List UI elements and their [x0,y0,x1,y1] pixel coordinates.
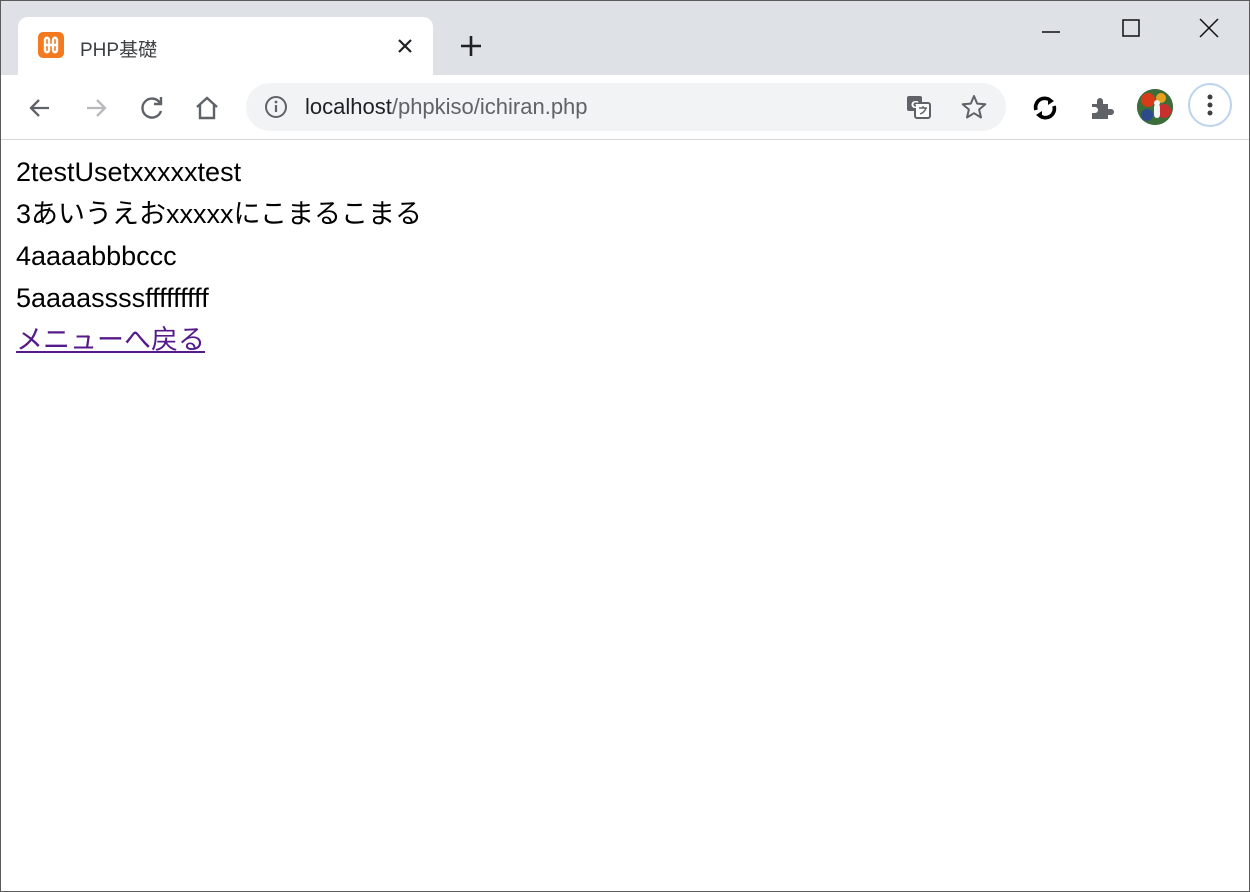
page-content: 2testUsetxxxxxtest 3あいうえおxxxxxにこまるこまる 4a… [16,151,422,361]
url-text[interactable]: localhost/phpkiso/ichiran.php [305,94,588,120]
back-to-menu-link[interactable]: メニューへ戻る [16,325,205,355]
list-item: 3あいうえおxxxxxにこまるこまる [16,199,422,229]
sync-icon[interactable] [1026,89,1064,127]
tab-active[interactable]: PHP基礎 [18,17,433,75]
more-vert-icon[interactable] [1188,83,1232,127]
minimize-icon[interactable] [1011,1,1091,55]
reload-icon[interactable] [133,89,171,127]
plus-icon[interactable] [455,30,487,62]
window-close-icon[interactable] [1169,1,1249,55]
list-item: 4aaaabbbccc [16,241,177,271]
tab-strip: PHP基礎 [1,1,1249,75]
navigation-toolbar: localhost/phpkiso/ichiran.php G [1,75,1249,140]
home-icon[interactable] [188,89,226,127]
svg-text:G: G [911,100,919,111]
star-icon[interactable] [961,94,987,120]
tab-title: PHP基礎 [80,40,158,61]
info-icon[interactable] [264,95,288,119]
maximize-icon[interactable] [1091,1,1171,55]
url-path: /phpkiso/ichiran.php [391,94,588,119]
translate-icon[interactable]: G [906,94,932,120]
arrow-right-icon[interactable] [77,89,115,127]
address-bar[interactable]: localhost/phpkiso/ichiran.php G [246,83,1006,131]
list-item: 2testUsetxxxxxtest [16,157,242,187]
browser-window: PHP基礎 localhost/phpkiso/ichiran.php G 2t… [0,0,1250,892]
arrow-left-icon[interactable] [21,89,59,127]
close-icon[interactable] [392,33,418,59]
url-host: localhost [305,94,392,119]
puzzle-icon[interactable] [1082,89,1120,127]
list-item: 5aaaassssfffffffff [16,283,209,313]
profile-avatar[interactable] [1137,89,1173,125]
xampp-icon [38,32,64,58]
